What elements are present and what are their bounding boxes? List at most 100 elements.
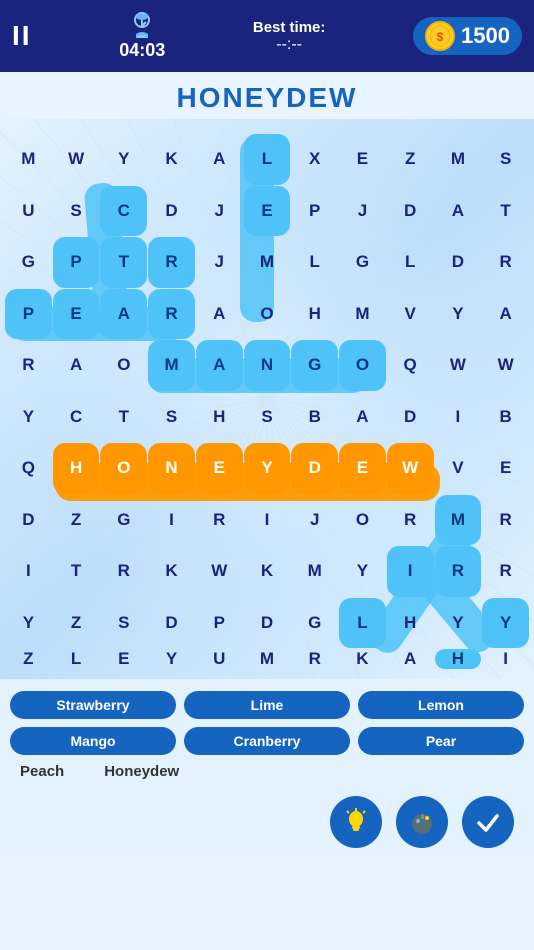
grid-cell: Z <box>53 495 100 546</box>
grid-cell: D <box>148 598 195 649</box>
grid-cell: D <box>148 186 195 237</box>
grid-cell: G <box>339 237 386 288</box>
grid-cell: K <box>148 546 195 597</box>
grid-cell: A <box>196 134 243 185</box>
grid-cell: J <box>291 495 338 546</box>
grid-cell: A <box>196 289 243 340</box>
grid-cell: V <box>387 289 434 340</box>
bottom-actions <box>0 788 534 856</box>
word-chip[interactable]: Strawberry <box>10 691 176 719</box>
grid-cell: I <box>387 546 434 597</box>
grid-cell: K <box>148 134 195 185</box>
grid-cell: T <box>482 186 529 237</box>
grid-cell: A <box>53 340 100 391</box>
grid-cell: M <box>5 134 52 185</box>
word-plain: Honeydew <box>104 763 179 780</box>
grid-cell: Y <box>100 134 147 185</box>
title-section: HONEYDEW <box>0 72 534 119</box>
grid-cell: G <box>291 598 338 649</box>
grid-cell: H <box>291 289 338 340</box>
grid-cell: R <box>482 237 529 288</box>
grid-cell: B <box>482 392 529 443</box>
grid-cell: Z <box>53 598 100 649</box>
grid-cell: L <box>244 134 291 185</box>
word-plain: Peach <box>20 763 64 780</box>
check-icon <box>474 808 502 836</box>
grid-cell: W <box>53 134 100 185</box>
grid-cell: E <box>244 186 291 237</box>
grid-cell: E <box>196 443 243 494</box>
game-title: HONEYDEW <box>0 82 534 114</box>
timer-section: 04:03 <box>119 12 165 61</box>
best-time-value: --:-- <box>276 36 302 54</box>
grid-cell: A <box>482 289 529 340</box>
grid-cell: C <box>100 186 147 237</box>
grid-cell: W <box>482 340 529 391</box>
grid-cell: I <box>148 495 195 546</box>
grid-cell: Y <box>5 598 52 649</box>
grid-cell: M <box>339 289 386 340</box>
coins-value: 1500 <box>461 23 510 49</box>
grid-cell: D <box>435 237 482 288</box>
grid-cell: M <box>148 340 195 391</box>
grid-cell: A <box>196 340 243 391</box>
grid-cell: E <box>53 289 100 340</box>
grid-cell: A <box>387 649 434 669</box>
grid-cell: O <box>244 289 291 340</box>
grid-cell: R <box>435 546 482 597</box>
grid-container: MWYKALXEZMSUSCDJEPJDATGPTRJMLGLDRPEARAOH… <box>0 119 534 679</box>
grid-cell: E <box>100 649 147 669</box>
grid-cell: N <box>244 340 291 391</box>
grid-cell: I <box>482 649 529 669</box>
hint-button[interactable] <box>330 796 382 848</box>
grid-cell: P <box>196 598 243 649</box>
grid-cell: Y <box>339 546 386 597</box>
grid-cell: S <box>100 598 147 649</box>
pause-button[interactable]: II <box>12 20 32 52</box>
grid-cell: O <box>339 495 386 546</box>
word-chip[interactable]: Cranberry <box>184 727 350 755</box>
grid-cell: M <box>435 495 482 546</box>
grid-cell: L <box>53 649 100 669</box>
coins-section: $ 1500 <box>413 17 522 55</box>
bomb-button[interactable] <box>396 796 448 848</box>
grid-cell: I <box>244 495 291 546</box>
grid-cell: M <box>435 134 482 185</box>
grid-cell: E <box>482 443 529 494</box>
timer-icon <box>128 12 156 40</box>
check-button[interactable] <box>462 796 514 848</box>
grid-cell: U <box>5 186 52 237</box>
word-chip[interactable]: Lime <box>184 691 350 719</box>
grid-cell: R <box>196 495 243 546</box>
grid-cell: R <box>482 495 529 546</box>
timer-display: 04:03 <box>119 40 165 61</box>
grid-cell: Z <box>387 134 434 185</box>
grid-cell: P <box>53 237 100 288</box>
grid-cell: B <box>291 392 338 443</box>
grid-cell: Y <box>244 443 291 494</box>
grid-cell: J <box>196 237 243 288</box>
word-list-section: Strawberry Lime Lemon Mango Cranberry Pear Pe… <box>0 679 534 788</box>
grid-cell: T <box>53 546 100 597</box>
word-chip[interactable]: Pear <box>358 727 524 755</box>
grid-cell: V <box>435 443 482 494</box>
word-chip[interactable]: Mango <box>10 727 176 755</box>
grid-cell: D <box>5 495 52 546</box>
grid-cell: Y <box>482 598 529 649</box>
grid-cell: K <box>339 649 386 669</box>
grid-cell: J <box>196 186 243 237</box>
word-chip[interactable]: Lemon <box>358 691 524 719</box>
grid-cell: O <box>339 340 386 391</box>
grid-cell: M <box>291 546 338 597</box>
grid-cell: X <box>291 134 338 185</box>
grid-cell: H <box>387 598 434 649</box>
grid-cell: H <box>53 443 100 494</box>
grid-cell: S <box>148 392 195 443</box>
grid-cell: R <box>482 546 529 597</box>
grid-cell: Z <box>5 649 52 669</box>
grid-cell: R <box>148 289 195 340</box>
grid-cell: S <box>244 392 291 443</box>
grid-cell: A <box>100 289 147 340</box>
grid-cell: L <box>291 237 338 288</box>
word-plain-row: Peach Honeydew <box>10 763 524 780</box>
